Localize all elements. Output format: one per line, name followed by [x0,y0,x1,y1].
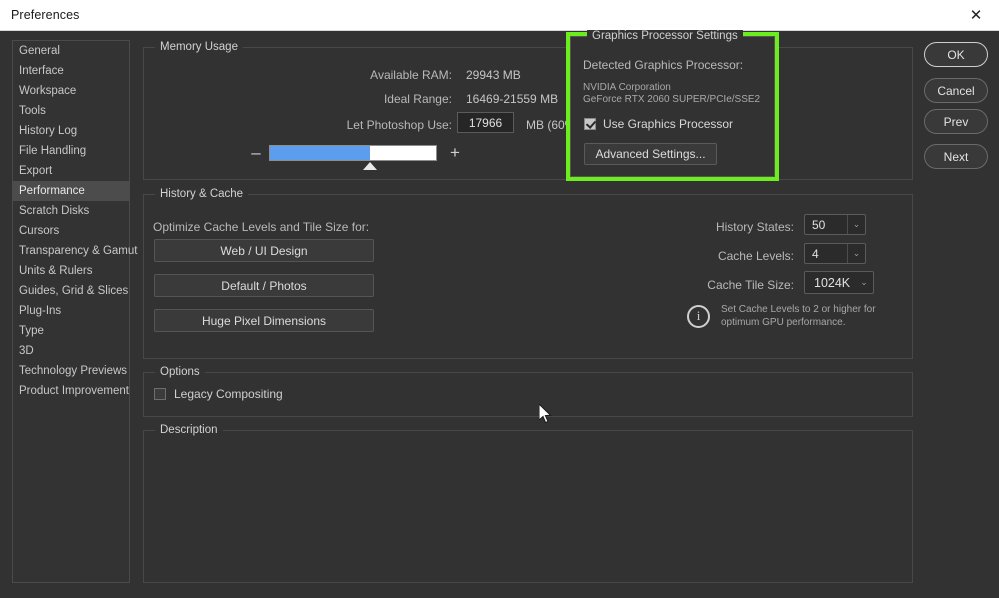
legacy-compositing-checkbox[interactable] [154,388,166,400]
let-photoshop-use-input[interactable] [457,112,514,133]
sidebar-item-tools[interactable]: Tools [13,101,129,121]
description-group: Description [143,424,913,583]
optimize-cache-label: Optimize Cache Levels and Tile Size for: [153,220,370,234]
sidebar-item-guides-grid-slices[interactable]: Guides, Grid & Slices [13,281,129,301]
cache-info-text: Set Cache Levels to 2 or higher for opti… [721,303,876,329]
cancel-button[interactable]: Cancel [924,78,988,103]
window-title: Preferences [11,8,80,22]
detected-gpu-label: Detected Graphics Processor: [583,58,744,72]
options-title: Options [155,366,205,378]
options-group: Options Legacy Compositing [143,366,913,417]
chevron-down-icon: ⌄ [847,244,865,263]
prev-button[interactable]: Prev [924,109,988,134]
sidebar-item-units-rulers[interactable]: Units & Rulers [13,261,129,281]
sidebar-item-scratch-disks[interactable]: Scratch Disks [13,201,129,221]
graphics-processor-title: Graphics Processor Settings [587,30,743,42]
close-icon[interactable]: ✕ [953,0,999,31]
preferences-category-list[interactable]: General Interface Workspace Tools History Lo… [12,40,137,583]
cache-info-line-1: Set Cache Levels to 2 or higher for [721,304,876,315]
chevron-down-icon: ⌄ [847,215,865,234]
ideal-range-label: Ideal Range: [383,92,452,106]
sidebar-item-cursors[interactable]: Cursors [13,221,129,241]
use-graphics-processor-label: Use Graphics Processor [603,117,734,131]
legacy-compositing-row[interactable]: Legacy Compositing [154,387,283,401]
sidebar-item-technology-previews[interactable]: Technology Previews [13,361,129,381]
ideal-range-value: 16469-21559 MB [466,92,559,106]
sidebar-item-performance[interactable]: Performance [13,181,129,201]
cache-tile-size-dropdown[interactable]: 1024K ⌄ [804,271,874,294]
sidebar-item-type[interactable]: Type [13,321,129,341]
let-photoshop-use-label: Let Photoshop Use: [346,118,452,132]
sidebar-item-export[interactable]: Export [13,161,129,181]
history-states-dropdown[interactable]: 50 ⌄ [804,214,866,235]
sidebar-item-file-handling[interactable]: File Handling [13,141,129,161]
info-icon: i [687,304,710,328]
cache-tile-size-label: Cache Tile Size: [707,278,794,292]
preset-huge-pixel-dimensions-button[interactable]: Huge Pixel Dimensions [154,309,374,332]
preferences-dialog: Preferences ✕ General Interface Workspace T… [0,0,999,598]
memory-slider-fill [270,146,370,160]
history-states-value: 50 [812,217,826,232]
window-titlebar: Preferences ✕ [0,0,999,31]
description-title: Description [155,424,223,436]
sidebar-item-general[interactable]: General [13,41,129,61]
cache-info-note: i Set Cache Levels to 2 or higher for op… [687,303,876,329]
use-graphics-processor-checkbox[interactable] [584,118,596,130]
history-and-cache-group: History & Cache Optimize Cache Levels an… [143,188,913,359]
available-ram-value: 29943 MB [466,68,521,82]
memory-slider-thumb[interactable] [362,162,377,170]
memory-slider-track[interactable] [269,145,437,161]
sidebar-item-transparency-gamut[interactable]: Transparency & Gamut [13,241,137,261]
gpu-vendor: NVIDIA Corporation [583,82,671,93]
graphics-processor-settings-group: Graphics Processor Settings Detected Gra… [566,30,779,181]
sidebar-item-workspace[interactable]: Workspace [13,81,129,101]
history-states-label: History States: [715,220,794,234]
cache-tile-size-value: 1024K [814,275,851,290]
sidebar-item-3d[interactable]: 3D [13,341,129,361]
next-button[interactable]: Next [924,144,988,169]
cache-info-line-2: optimum GPU performance. [721,317,846,328]
preset-web-ui-design-button[interactable]: Web / UI Design [154,239,374,262]
cache-levels-dropdown[interactable]: 4 ⌄ [804,243,866,264]
cache-levels-value: 4 [812,246,819,261]
use-graphics-processor-row[interactable]: Use Graphics Processor [584,117,733,131]
memory-slider[interactable]: – + [249,144,569,174]
sidebar-item-interface[interactable]: Interface [13,61,129,81]
cache-levels-label: Cache Levels: [717,249,794,263]
advanced-settings-button[interactable]: Advanced Settings... [584,143,717,165]
gpu-model: GeForce RTX 2060 SUPER/PCIe/SSE2 [583,94,761,105]
memory-usage-group: Memory Usage Available RAM: 29943 MB Ide… [143,41,913,180]
preset-default-photos-button[interactable]: Default / Photos [154,274,374,297]
legacy-compositing-label: Legacy Compositing [174,387,283,401]
available-ram-label: Available RAM: [370,68,452,82]
minus-icon[interactable]: – [249,144,263,161]
sidebar-item-history-log[interactable]: History Log [13,121,129,141]
ok-button[interactable]: OK [924,42,988,67]
sidebar-item-product-improvement[interactable]: Product Improvement [13,381,129,401]
memory-usage-title: Memory Usage [155,41,243,53]
chevron-down-icon: ⌄ [860,277,868,287]
history-and-cache-title: History & Cache [155,188,249,200]
sidebar-item-plug-ins[interactable]: Plug-Ins [13,301,129,321]
plus-icon[interactable]: + [448,144,462,161]
